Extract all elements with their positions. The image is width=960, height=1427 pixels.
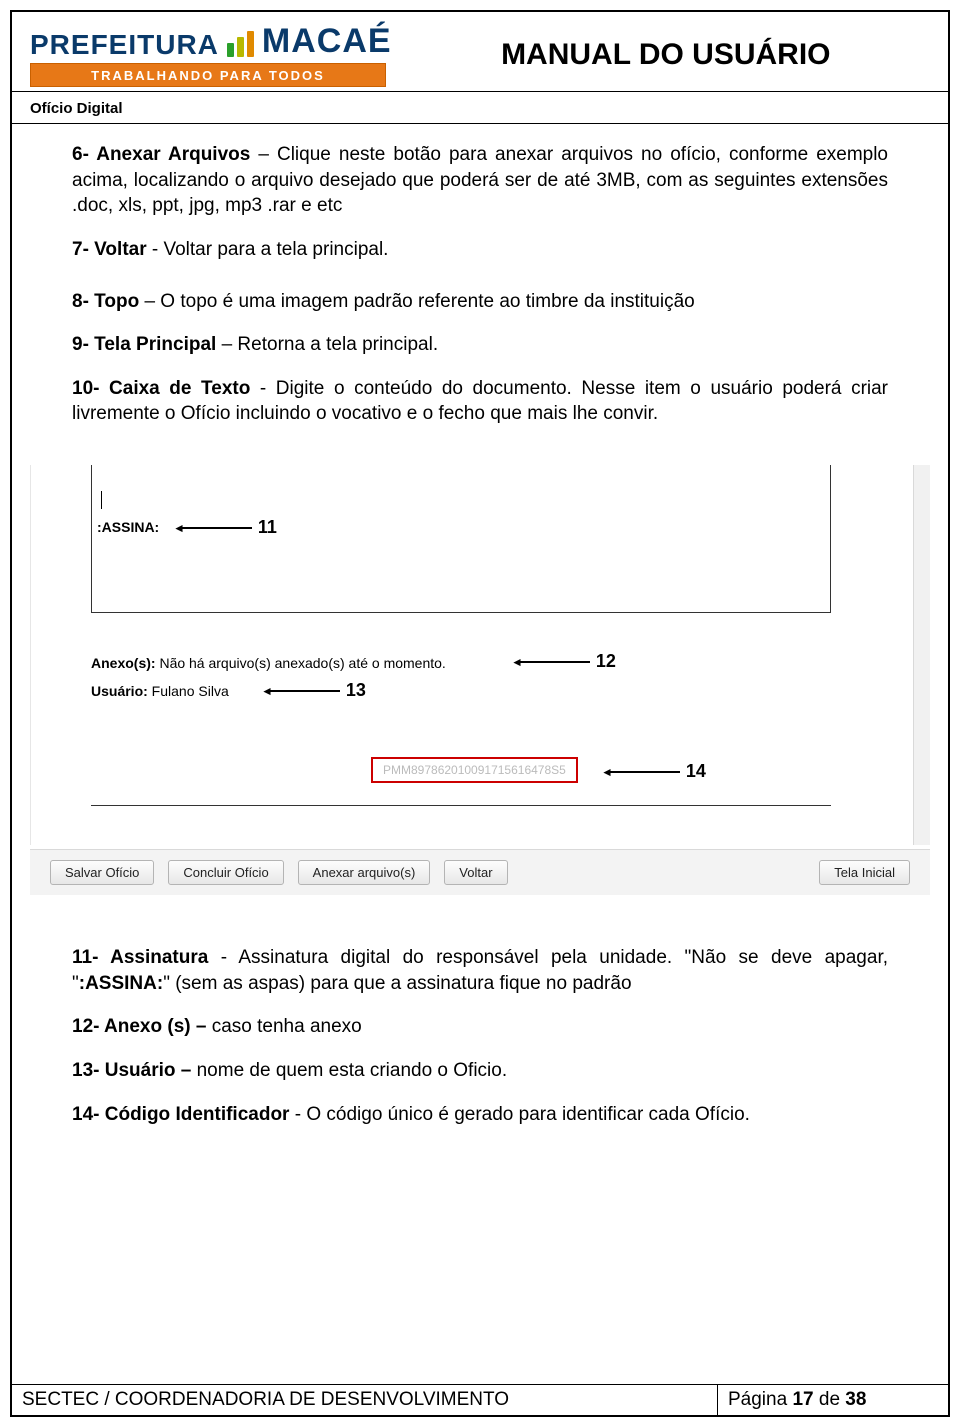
assina-placeholder: :ASSINA: [97, 519, 159, 535]
salvar-oficio-button[interactable]: Salvar Ofício [50, 860, 154, 885]
usuario-text: Fulano Silva [148, 683, 229, 699]
footer-mid: de [814, 1389, 846, 1410]
callout-number-13: 13 [346, 680, 366, 701]
page-header: PREFEITURA MACAÉ TRABALHANDO PARA TODOS … [12, 12, 948, 91]
callout-number-14: 14 [686, 761, 706, 782]
anexo-label: Anexo(s): [91, 655, 156, 671]
logo-slogan-bar: TRABALHANDO PARA TODOS [30, 63, 386, 87]
embedded-screenshot: :ASSINA: 11 Anexo(s): Não há arquivo(s) … [30, 465, 930, 895]
document-bottom-border [91, 805, 831, 806]
item-12-title: 12- Anexo (s) – [72, 1016, 206, 1037]
callout-arrow-13: 13 [261, 680, 366, 701]
logo-slogan-text: TRABALHANDO PARA TODOS [91, 68, 325, 83]
callout-number-11: 11 [258, 517, 277, 538]
item-8: 8- Topo – O topo é uma imagem padrão ref… [72, 289, 888, 315]
item-11-title: 11- Assinatura [72, 947, 208, 968]
logo-prefeitura-text: PREFEITURA [30, 29, 219, 61]
page-footer: SECTEC / COORDENADORIA DE DESENVOLVIMENT… [12, 1384, 948, 1415]
item-9-text: – Retorna a tela principal. [216, 334, 438, 355]
logo-block: PREFEITURA MACAÉ TRABALHANDO PARA TODOS [30, 22, 392, 87]
concluir-oficio-button[interactable]: Concluir Ofício [168, 860, 283, 885]
subheader: Ofício Digital [12, 92, 948, 123]
item-6: 6- Anexar Arquivos – Clique neste botão … [72, 142, 888, 219]
item-12-text: caso tenha anexo [206, 1016, 361, 1037]
item-14: 14- Código Identificador - O código únic… [72, 1102, 888, 1128]
usuario-label: Usuário: [91, 683, 148, 699]
text-cursor-icon [101, 491, 102, 509]
item-13: 13- Usuário – nome de quem esta criando … [72, 1058, 888, 1084]
item-8-title: 8- Topo [72, 291, 139, 312]
item-7-text: - Voltar para a tela principal. [147, 239, 389, 260]
footer-total-pages: 38 [845, 1389, 866, 1410]
callout-arrow-11: 11 [173, 517, 277, 538]
anexar-arquivos-button[interactable]: Anexar arquivo(s) [298, 860, 431, 885]
codigo-identificador-box: PMM897862010091715616478S5 [371, 757, 578, 783]
callout-arrow-12: 12 [511, 651, 616, 672]
content-block-bottom: 11- Assinatura - Assinatura digital do r… [12, 915, 948, 1141]
anexo-line: Anexo(s): Não há arquivo(s) anexado(s) a… [91, 655, 446, 671]
item-12: 12- Anexo (s) – caso tenha anexo [72, 1014, 888, 1040]
screenshot-body: :ASSINA: 11 Anexo(s): Não há arquivo(s) … [30, 465, 930, 845]
item-6-title: 6- Anexar Arquivos [72, 144, 250, 165]
item-11-assina: :ASSINA: [79, 973, 163, 994]
usuario-line: Usuário: Fulano Silva [91, 683, 229, 699]
footer-left: SECTEC / COORDENADORIA DE DESENVOLVIMENT… [12, 1385, 718, 1415]
item-11-text-b: " (sem as aspas) para que a assinatura f… [163, 973, 631, 994]
logo-macae-text: MACAÉ [262, 22, 392, 61]
footer-current-page: 17 [792, 1389, 813, 1410]
item-10-title: 10- Caixa de Texto [72, 378, 250, 399]
item-14-title: 14- Código Identificador [72, 1104, 289, 1125]
anexo-text: Não há arquivo(s) anexado(s) até o momen… [156, 655, 446, 671]
editor-textarea[interactable] [91, 465, 831, 613]
manual-title: MANUAL DO USUÁRIO [392, 38, 930, 72]
item-14-text: - O código único é gerado para identific… [289, 1104, 749, 1125]
button-bar: Salvar Ofício Concluir Ofício Anexar arq… [30, 849, 930, 895]
footer-page-number: Página 17 de 38 [718, 1385, 948, 1415]
item-10: 10- Caixa de Texto - Digite o conteúdo d… [72, 376, 888, 427]
tela-inicial-button[interactable]: Tela Inicial [819, 860, 910, 885]
document-page: PREFEITURA MACAÉ TRABALHANDO PARA TODOS … [10, 10, 950, 1417]
bars-icon [227, 31, 254, 57]
item-11: 11- Assinatura - Assinatura digital do r… [72, 945, 888, 996]
voltar-button[interactable]: Voltar [444, 860, 507, 885]
item-9-title: 9- Tela Principal [72, 334, 216, 355]
callout-number-12: 12 [596, 651, 616, 672]
item-9: 9- Tela Principal – Retorna a tela princ… [72, 332, 888, 358]
item-13-text: nome de quem esta criando o Oficio. [191, 1060, 507, 1081]
item-7: 7- Voltar - Voltar para a tela principal… [72, 237, 888, 263]
item-7-title: 7- Voltar [72, 239, 147, 260]
content-block-top: 6- Anexar Arquivos – Clique neste botão … [12, 124, 948, 455]
item-13-title: 13- Usuário – [72, 1060, 191, 1081]
footer-prefix: Página [728, 1389, 792, 1410]
item-8-text: – O topo é uma imagem padrão referente a… [139, 291, 695, 312]
callout-arrow-14: 14 [601, 761, 706, 782]
